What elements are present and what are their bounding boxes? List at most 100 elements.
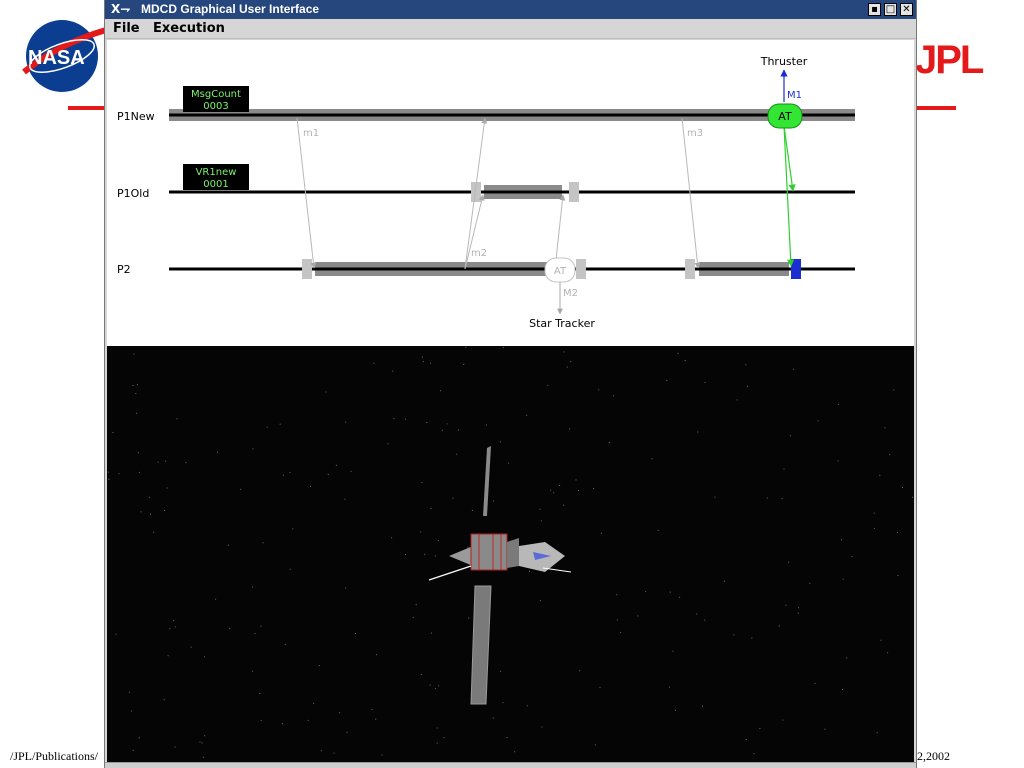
star — [645, 591, 647, 593]
star — [393, 418, 395, 420]
star — [696, 613, 698, 615]
star — [310, 485, 311, 487]
star — [873, 527, 875, 529]
star — [375, 718, 377, 720]
star — [392, 370, 394, 372]
star — [541, 726, 543, 728]
star — [514, 751, 516, 753]
message-m1-label: m1 — [303, 128, 319, 139]
star — [502, 347, 504, 349]
star — [320, 750, 322, 752]
star — [107, 471, 109, 473]
x-window-icon[interactable]: X⇁ — [111, 2, 130, 16]
star — [443, 737, 445, 739]
message-M1-label: M1 — [787, 90, 802, 101]
star — [745, 739, 747, 740]
timeline-p2 — [169, 259, 855, 279]
minimize-icon[interactable]: ▪ — [868, 3, 881, 16]
star — [335, 464, 337, 466]
star — [753, 753, 755, 755]
star — [405, 554, 406, 556]
acceptance-test-inactive: AT — [544, 257, 576, 283]
star — [506, 737, 508, 738]
acceptance-test-inactive-label: AT — [554, 266, 567, 277]
star — [446, 423, 448, 425]
spacecraft-simulation-view[interactable] — [107, 346, 914, 762]
star — [598, 389, 600, 391]
message-sequence-panel: P1New P1Old P2 MsgCount 0003 VR1new 0001… — [107, 40, 914, 346]
star — [424, 553, 426, 555]
star — [204, 735, 206, 737]
star — [846, 657, 848, 659]
star — [884, 427, 886, 429]
star — [486, 424, 487, 426]
star — [422, 361, 424, 363]
star — [500, 670, 502, 672]
close-icon[interactable]: ✕ — [900, 3, 913, 16]
star — [166, 487, 168, 489]
star — [167, 655, 169, 657]
star — [789, 435, 791, 437]
star — [684, 360, 686, 361]
menu-bar: File Execution — [105, 19, 916, 39]
star — [467, 546, 469, 548]
window-scrollbar[interactable] — [105, 762, 916, 768]
star — [842, 578, 844, 580]
star — [637, 615, 639, 617]
star — [837, 403, 839, 405]
star — [733, 634, 735, 636]
star — [163, 699, 165, 701]
star — [387, 443, 389, 445]
star — [429, 684, 431, 686]
star — [887, 652, 889, 654]
footer-path: /JPL/Publications/ — [10, 749, 99, 763]
star — [677, 352, 679, 354]
star — [148, 496, 150, 498]
star — [420, 531, 422, 533]
star — [201, 742, 203, 744]
star — [785, 604, 787, 606]
star — [373, 362, 375, 364]
star — [376, 654, 378, 656]
star — [837, 460, 839, 462]
star — [669, 591, 671, 593]
star — [463, 363, 465, 365]
star — [437, 540, 439, 542]
star — [430, 362, 432, 364]
star — [430, 508, 432, 509]
star — [174, 626, 176, 628]
maximize-icon[interactable]: □ — [884, 3, 897, 16]
star — [266, 426, 268, 428]
star — [118, 473, 120, 475]
star — [262, 542, 264, 544]
star — [112, 432, 114, 433]
star — [240, 488, 242, 490]
menu-execution[interactable]: Execution — [153, 21, 225, 37]
title-rule-left — [68, 106, 108, 110]
star — [594, 744, 596, 746]
device-thruster: Thruster — [760, 55, 808, 68]
star — [391, 537, 393, 539]
star — [108, 478, 110, 480]
star — [150, 513, 151, 515]
star — [817, 420, 819, 422]
star — [440, 390, 442, 392]
acceptance-test-active-label: AT — [778, 110, 792, 123]
star — [136, 412, 138, 414]
star — [292, 528, 294, 530]
star — [284, 644, 286, 646]
message-M2-label: M2 — [563, 288, 578, 299]
star — [782, 719, 784, 721]
star — [912, 496, 914, 498]
star — [793, 368, 795, 370]
starfield — [107, 346, 914, 758]
star — [252, 448, 254, 450]
star — [164, 510, 166, 511]
menu-file[interactable]: File — [113, 21, 140, 37]
counter-vr1new: VR1new 0001 — [183, 164, 249, 190]
star — [616, 619, 618, 621]
window-titlebar[interactable]: X⇁ MDCD Graphical User Interface ▪ □ ✕ — [105, 0, 916, 19]
star — [282, 474, 284, 476]
message-m3-label: m3 — [687, 128, 703, 139]
process-label-p2: P2 — [117, 263, 131, 276]
